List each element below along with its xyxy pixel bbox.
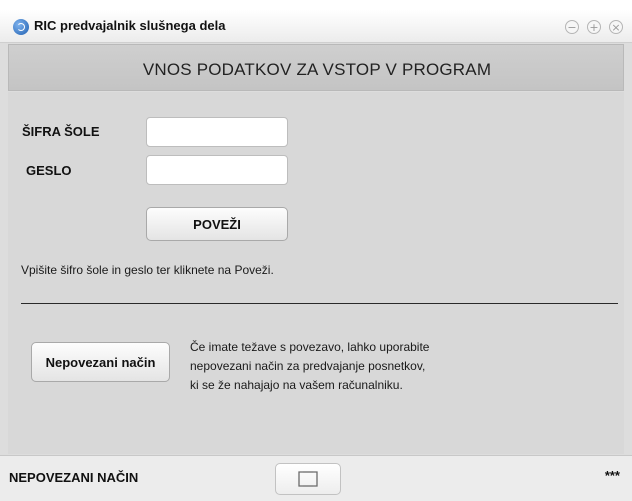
status-dots: *** <box>604 468 620 483</box>
connect-button[interactable]: POVEŽI <box>146 207 288 241</box>
page-title: VNOS PODATKOV ZA VSTOP V PROGRAM <box>142 60 492 79</box>
offline-info-line: nepovezani način za predvajanje posnetko… <box>190 359 426 373</box>
status-bar: NEPOVEZANI NAČIN *** <box>0 455 632 501</box>
maximize-button[interactable]: + <box>587 20 601 34</box>
offline-info: Če imate težave s povezavo, lahko uporab… <box>190 338 490 395</box>
title-bar: RIC predvajalnik slušnega dela − + × <box>0 10 632 43</box>
school-code-label: ŠIFRA ŠOLE <box>22 124 100 139</box>
offline-info-line: ki se že nahajajo na vašem računalniku. <box>190 378 403 392</box>
speaker-icon <box>13 19 29 35</box>
window-title: RIC predvajalnik slušnega dela <box>34 18 226 33</box>
password-input[interactable] <box>146 155 288 185</box>
header-band: VNOS PODATKOV ZA VSTOP V PROGRAM <box>8 44 624 91</box>
offline-info-line: Če imate težave s povezavo, lahko uporab… <box>190 340 430 354</box>
password-label: GESLO <box>26 163 72 178</box>
close-button[interactable]: × <box>609 20 623 34</box>
resize-corners-icon[interactable] <box>275 463 341 495</box>
school-code-input[interactable] <box>146 117 288 147</box>
login-hint: Vpišite šifro šole in geslo ter kliknete… <box>21 263 274 277</box>
mode-label: NEPOVEZANI NAČIN <box>9 470 139 485</box>
divider <box>21 303 618 304</box>
offline-mode-button[interactable]: Nepovezani način <box>31 342 170 382</box>
minimize-button[interactable]: − <box>565 20 579 34</box>
